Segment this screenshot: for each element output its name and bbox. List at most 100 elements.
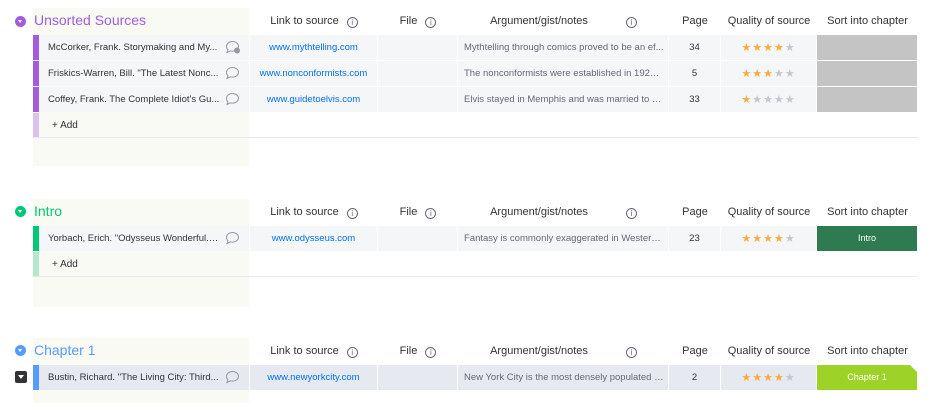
group-title[interactable]: Intro — [34, 203, 62, 219]
column-header-sort[interactable]: Sort into chapter — [817, 15, 918, 27]
column-header-link[interactable]: Link to source i — [250, 345, 378, 358]
info-icon[interactable]: i — [346, 347, 358, 358]
quality-rating[interactable]: ★★★★★ — [721, 365, 817, 390]
file-cell[interactable] — [378, 61, 458, 86]
column-header-quality[interactable]: Quality of source — [721, 206, 817, 218]
notes-cell[interactable]: New York City is the most densely popula… — [458, 365, 669, 390]
info-icon[interactable]: i — [425, 347, 437, 358]
info-icon[interactable]: i — [346, 17, 358, 28]
column-header-page[interactable]: Page — [669, 345, 721, 357]
column-header-page[interactable]: Page — [669, 15, 721, 27]
collapse-toggle-icon[interactable] — [15, 206, 26, 217]
table-row[interactable]: Bustin, Richard. "The Living City: Third… — [33, 365, 918, 390]
collapse-toggle-icon[interactable] — [15, 345, 26, 356]
table-row[interactable]: Yorbach, Erich. "Odysseus Wonderful."...… — [33, 226, 918, 251]
source-name-cell[interactable]: Yorbach, Erich. "Odysseus Wonderful."... — [39, 226, 250, 251]
column-header-sort[interactable]: Sort into chapter — [817, 206, 918, 218]
quality-rating[interactable]: ★★★★★ — [721, 61, 817, 86]
quality-rating[interactable]: ★★★★★ — [721, 226, 817, 251]
star-filled-icon[interactable]: ★ — [741, 232, 752, 245]
source-link[interactable]: www.nonconformists.com — [250, 61, 378, 86]
star-filled-icon[interactable]: ★ — [741, 93, 752, 106]
star-filled-icon[interactable]: ★ — [752, 371, 763, 384]
column-header-sort[interactable]: Sort into chapter — [817, 345, 918, 357]
row-menu-icon[interactable] — [15, 371, 27, 383]
file-cell[interactable] — [378, 365, 458, 390]
source-link[interactable]: www.newyorkcity.com — [250, 365, 378, 390]
column-header-quality[interactable]: Quality of source — [721, 15, 817, 27]
add-item-button[interactable]: + Add — [52, 113, 78, 138]
star-empty-icon[interactable]: ★ — [774, 93, 785, 106]
star-filled-icon[interactable]: ★ — [752, 41, 763, 54]
add-item-button[interactable]: + Add — [52, 252, 78, 277]
quality-rating[interactable]: ★★★★★ — [721, 35, 817, 60]
source-link[interactable]: www.odysseus.com — [250, 226, 378, 251]
comment-icon[interactable] — [225, 66, 240, 80]
star-filled-icon[interactable]: ★ — [741, 371, 752, 384]
star-filled-icon[interactable]: ★ — [763, 41, 774, 54]
page-cell[interactable]: 34 — [669, 35, 721, 60]
notes-cell[interactable]: Fantasy is commonly exaggerated in Weste… — [458, 226, 669, 251]
star-empty-icon[interactable]: ★ — [763, 93, 774, 106]
add-item-row[interactable]: + Add — [33, 113, 918, 138]
chapter-status[interactable]: Chapter 1 — [817, 365, 918, 390]
table-row[interactable]: McCorker, Frank. Storymaking and My... w… — [33, 35, 918, 60]
info-icon[interactable]: i — [625, 17, 637, 28]
star-filled-icon[interactable]: ★ — [774, 371, 785, 384]
info-icon[interactable]: i — [625, 208, 637, 219]
group-title[interactable]: Chapter 1 — [34, 342, 95, 358]
notes-cell[interactable]: The nonconformists were established in 1… — [458, 61, 669, 86]
file-cell[interactable] — [378, 226, 458, 251]
quality-rating[interactable]: ★★★★★ — [721, 87, 817, 112]
column-header-link[interactable]: Link to source i — [250, 15, 378, 28]
page-cell[interactable]: 23 — [669, 226, 721, 251]
page-cell[interactable]: 5 — [669, 61, 721, 86]
info-icon[interactable]: i — [425, 208, 437, 219]
column-header-notes[interactable]: Argument/gist/notes i — [458, 206, 669, 219]
info-icon[interactable]: i — [346, 208, 358, 219]
star-filled-icon[interactable]: ★ — [763, 67, 774, 80]
column-header-notes[interactable]: Argument/gist/notes i — [458, 345, 669, 358]
star-empty-icon[interactable]: ★ — [752, 93, 763, 106]
column-header-file[interactable]: File i — [378, 206, 458, 219]
star-filled-icon[interactable]: ★ — [752, 67, 763, 80]
column-header-notes[interactable]: Argument/gist/notes i — [458, 15, 669, 28]
star-filled-icon[interactable]: ★ — [774, 232, 785, 245]
column-header-page[interactable]: Page — [669, 206, 721, 218]
source-link[interactable]: www.guidetoelvis.com — [250, 87, 378, 112]
source-name-cell[interactable]: Friskics-Warren, Bill. "The Latest Nonc.… — [39, 61, 250, 86]
group-title[interactable]: Unsorted Sources — [34, 12, 146, 28]
info-icon[interactable]: i — [425, 17, 437, 28]
chapter-status[interactable]: Intro — [817, 226, 918, 251]
notes-cell[interactable]: Mythtelling through comics proved to be … — [458, 35, 669, 60]
info-icon[interactable]: i — [625, 347, 637, 358]
column-header-file[interactable]: File i — [378, 15, 458, 28]
column-header-file[interactable]: File i — [378, 345, 458, 358]
table-row[interactable]: Friskics-Warren, Bill. "The Latest Nonc.… — [33, 61, 918, 86]
source-name-cell[interactable]: Coffey, Frank. The Complete Idiot's Gu..… — [39, 87, 250, 112]
file-cell[interactable] — [378, 87, 458, 112]
star-filled-icon[interactable]: ★ — [763, 232, 774, 245]
star-empty-icon[interactable]: ★ — [785, 93, 796, 106]
star-empty-icon[interactable]: ★ — [785, 232, 796, 245]
star-empty-icon[interactable]: ★ — [785, 371, 796, 384]
chapter-status[interactable] — [817, 35, 918, 60]
star-filled-icon[interactable]: ★ — [774, 41, 785, 54]
chapter-status[interactable] — [817, 61, 918, 86]
comment-icon[interactable] — [225, 231, 240, 245]
column-header-quality[interactable]: Quality of source — [721, 345, 817, 357]
column-header-link[interactable]: Link to source i — [250, 206, 378, 219]
star-empty-icon[interactable]: ★ — [785, 67, 796, 80]
comment-icon[interactable] — [225, 40, 240, 54]
star-filled-icon[interactable]: ★ — [752, 232, 763, 245]
source-name-cell[interactable]: McCorker, Frank. Storymaking and My... — [39, 35, 250, 60]
star-empty-icon[interactable]: ★ — [774, 67, 785, 80]
comment-icon[interactable] — [225, 370, 240, 384]
collapse-toggle-icon[interactable] — [15, 16, 26, 27]
table-row[interactable]: Coffey, Frank. The Complete Idiot's Gu..… — [33, 87, 918, 112]
file-cell[interactable] — [378, 35, 458, 60]
star-empty-icon[interactable]: ★ — [785, 41, 796, 54]
page-cell[interactable]: 33 — [669, 87, 721, 112]
add-item-row[interactable]: + Add — [33, 252, 918, 277]
star-filled-icon[interactable]: ★ — [741, 41, 752, 54]
